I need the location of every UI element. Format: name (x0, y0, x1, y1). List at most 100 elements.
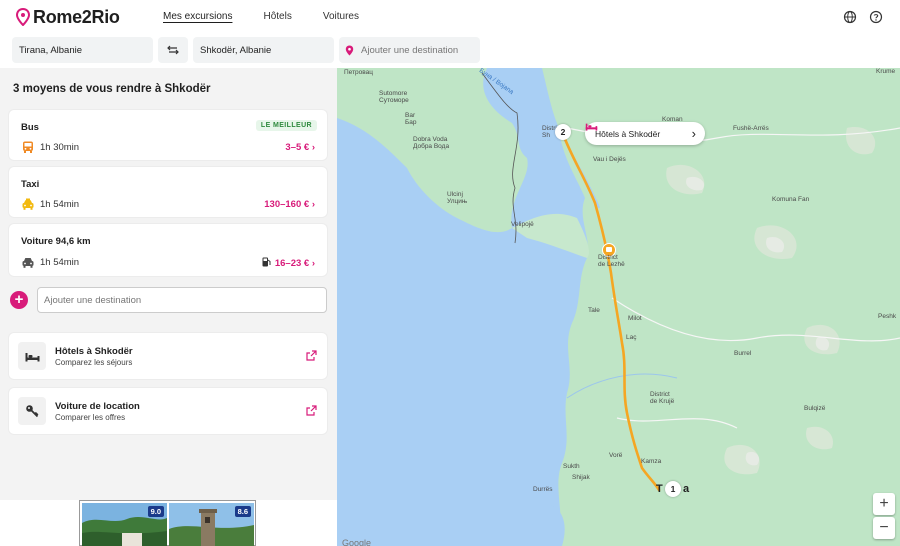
map-label: Sukth (563, 463, 580, 470)
route-mode: Taxi (21, 179, 40, 190)
map-label: Bulqizë (804, 405, 826, 412)
hotel-photo[interactable]: 8.6 (169, 503, 254, 546)
route-card-taxi[interactable]: Taxi 1h 54min 130–160 € › (9, 167, 327, 217)
route-card-bus[interactable]: Bus LE MEILLEUR 1h 30min 3–5 € › (9, 110, 327, 160)
map-label: Vau i Dejës (593, 156, 626, 163)
map-label: Fushë-Arrës (733, 125, 769, 132)
zoom-in-button[interactable]: + (873, 493, 895, 515)
bed-icon (25, 352, 39, 361)
bed-icon-wrap (18, 342, 46, 370)
brand-name: Rome2Rio (33, 6, 120, 27)
external-link-icon[interactable] (306, 405, 317, 416)
map-label-text: District (598, 254, 618, 261)
chevron-right-icon: › (691, 126, 696, 141)
promo-title: Hôtels à Shkodër (55, 346, 133, 357)
route-stop-marker[interactable]: 2 (555, 124, 571, 140)
route-mode: Bus (21, 122, 39, 133)
add-destination-placeholder: Ajouter une destination (361, 44, 459, 56)
map-label: Tale (588, 307, 600, 314)
start-city-label: T (656, 483, 663, 495)
map-label-text: District (650, 391, 670, 398)
map-label-text: Bar (405, 112, 416, 119)
route-stop-marker[interactable]: 1 (665, 481, 681, 497)
external-link-icon[interactable] (306, 350, 317, 361)
chevron-right-icon: › (311, 199, 315, 210)
map-label: Velipojë (511, 221, 534, 228)
map-label-text: Бар (405, 119, 417, 127)
map-label: Peshk (878, 313, 897, 320)
car-rental-promo-card[interactable]: Voiture de location Comparer les offres (9, 388, 327, 434)
add-destination-input[interactable]: Ajouter une destination (37, 287, 327, 313)
route-duration: 1h 54min (40, 199, 80, 210)
map-pin-logo-icon (16, 8, 30, 26)
map-label: Milot (628, 315, 642, 322)
best-badge: LE MEILLEUR (255, 120, 317, 131)
map-label-text: Сутоморе (379, 97, 409, 105)
map-label: Shijak (572, 474, 590, 481)
nav-hotels[interactable]: Hôtels (263, 11, 291, 22)
start-city-label: a (683, 483, 690, 495)
key-icon-wrap (18, 397, 46, 425)
route-price: 130–160 € › (264, 199, 315, 210)
hotels-promo-card[interactable]: Hôtels à Shkodër Comparez les séjours (9, 333, 327, 379)
hotel-thumbnails[interactable]: 9.0 8.6 (79, 500, 256, 546)
route-map[interactable]: Петровац Sutomore Сутоморе Bar Бар Dobra V… (337, 68, 900, 546)
brand-logo[interactable]: Rome2Rio (16, 7, 120, 28)
map-label-text: Sh (542, 132, 550, 140)
map-label: Durrës (533, 486, 553, 493)
swap-button[interactable] (158, 37, 188, 63)
hotels-map-pill[interactable]: Hôtels à Shkodër › (585, 122, 705, 145)
map-label: Петровац (344, 69, 373, 76)
map-label: Sutomore Сутоморе (379, 90, 409, 105)
route-duration: 1h 30min (40, 142, 80, 153)
route-price-value: 16–23 € (274, 258, 310, 269)
add-destination-field[interactable]: Ajouter une destination (339, 37, 480, 63)
car-icon (22, 258, 34, 268)
nav-cars[interactable]: Voitures (323, 11, 359, 22)
map-label: Bar Бар (405, 112, 417, 127)
key-icon (26, 405, 39, 418)
route-price-value: 130–160 € (264, 199, 310, 210)
bus-icon (23, 141, 33, 153)
map-label-text: Sutomore (379, 90, 408, 97)
promo-subtitle: Comparer les offres (55, 413, 126, 422)
map-label: Dobra Voda Добра Вода (413, 136, 449, 151)
taxi-icon (22, 198, 34, 210)
route-price: 16–23 € › (262, 257, 315, 269)
promo-title: Voiture de location (55, 401, 140, 412)
hotel-score: 8.6 (234, 506, 251, 517)
main-nav: Mes excursions Hôtels Voitures (163, 11, 390, 22)
map-label: District de Krujë (650, 391, 674, 406)
route-card-car[interactable]: Voiture 94,6 km 1h 54min 16–23 € › (9, 224, 327, 276)
map-attribution: Google (342, 538, 372, 546)
route-duration: 1h 54min (40, 257, 80, 268)
swap-arrows-icon (167, 45, 179, 55)
map-label: Vorë (609, 452, 623, 459)
destination-field[interactable]: Shkodër, Albanie (193, 37, 334, 63)
hotel-score: 9.0 (147, 506, 164, 517)
top-bar: Rome2Rio Mes excursions Hôtels Voitures (0, 0, 900, 34)
map-label-text: Добра Вода (413, 143, 450, 151)
map-label: Komuna Fan (772, 196, 810, 203)
map-label-text: Dobra Voda (413, 136, 448, 143)
hotel-photo[interactable]: 9.0 (82, 503, 167, 546)
chevron-right-icon: › (311, 142, 315, 153)
bed-icon (585, 123, 598, 131)
map-label-text: de Lezhë (598, 261, 625, 269)
help-icon[interactable] (869, 10, 883, 24)
map-label: Kamza (641, 458, 662, 465)
map-label: District de Lezhë (598, 254, 625, 269)
search-row: Tirana, Albanie Shkodër, Albanie Ajouter… (0, 37, 900, 63)
globe-icon[interactable] (843, 10, 857, 24)
hotels-map-pill-label: Hôtels à Shkodër (595, 128, 661, 139)
zoom-out-button[interactable]: − (873, 517, 895, 539)
map-label: Ulcinj Улцињ (447, 191, 467, 206)
origin-field[interactable]: Tirana, Albanie (12, 37, 153, 63)
nav-my-trips[interactable]: Mes excursions (163, 11, 232, 22)
route-price: 3–5 € › (285, 142, 315, 153)
chevron-right-icon: › (311, 258, 315, 269)
map-label-text: de Krujë (650, 398, 675, 406)
map-pin-icon (345, 45, 354, 55)
results-panel: 3 moyens de vous rendre à Shkodër Bus LE… (0, 68, 337, 546)
add-destination-button[interactable]: + (10, 291, 28, 309)
